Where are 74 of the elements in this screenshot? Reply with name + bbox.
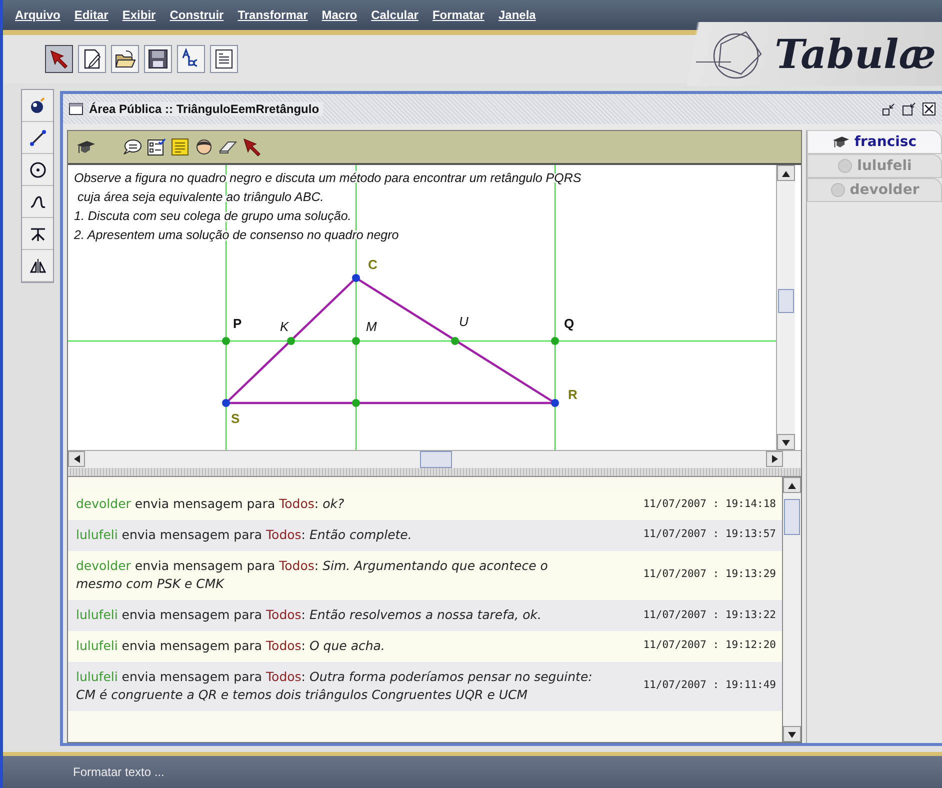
- chat-message: devolder envia mensagem para Todos: ok?: [76, 495, 346, 513]
- menu-item[interactable]: Editar: [74, 8, 108, 22]
- list-document-button[interactable]: [210, 45, 238, 73]
- avatar-icon: [830, 182, 846, 198]
- segment-icon: [28, 128, 46, 146]
- point-label: K: [280, 319, 289, 334]
- point-label: C: [368, 257, 378, 272]
- avatar-icon: [837, 158, 854, 174]
- maximize-icon[interactable]: [902, 102, 916, 116]
- point-label: P: [233, 316, 242, 331]
- scroll-thumb[interactable]: [778, 289, 794, 313]
- list-document-icon: [213, 48, 235, 70]
- face-icon[interactable]: [194, 138, 214, 156]
- chat-message: lulufeli envia mensagem para Todos: O que acha.: [76, 636, 386, 655]
- mortarboard-icon: [832, 134, 850, 150]
- pointer-arrow-icon[interactable]: [242, 138, 262, 156]
- spelling-button[interactable]: [177, 45, 205, 73]
- message-time: 11/07/2007 : 19:13:22: [642, 608, 776, 622]
- logo: Tabulæ: [774, 30, 936, 78]
- minimize-icon[interactable]: [882, 102, 896, 116]
- new-document-button[interactable]: [78, 45, 106, 73]
- scroll-thumb[interactable]: [420, 451, 452, 468]
- save-button[interactable]: [144, 45, 172, 73]
- chat-message: devolder envia mensagem para Todos: Sim. Argumentando que acontece o mesmo com PSK e CMK: [76, 556, 549, 594]
- vertical-scrollbar[interactable]: [776, 165, 795, 450]
- menu-item[interactable]: Arquivo: [15, 8, 60, 22]
- mortarboard-icon[interactable]: [76, 138, 96, 156]
- select-tool-button[interactable]: [45, 45, 73, 73]
- chat-message: lulufeli envia mensagem para Todos: Outra forma poderíamos pensar no seguinte: CM é congruente a QR e temos dois triângulos Congruentes UQR e UCM: [76, 668, 594, 704]
- folder-icon: [114, 48, 136, 70]
- instruction-text: cuja área seja equivalente ao triângulo ABC.: [77, 190, 324, 204]
- down-arrow-icon[interactable]: [782, 440, 790, 446]
- circle-icon: [28, 160, 46, 178]
- menu-item[interactable]: Macro: [322, 8, 358, 22]
- menu-item[interactable]: Calcular: [371, 8, 418, 22]
- point-label: Q: [564, 316, 574, 331]
- user-tab[interactable]: francisc: [807, 130, 942, 154]
- vertical-scrollbar[interactable]: [782, 477, 801, 742]
- menu-item[interactable]: Formatar: [432, 8, 484, 22]
- down-arrow-icon[interactable]: [788, 732, 796, 738]
- menu-item[interactable]: Exibir: [122, 8, 156, 22]
- horizontal-scrollbar[interactable]: [68, 450, 801, 468]
- point-label: M: [366, 319, 377, 334]
- point-label: R: [568, 387, 578, 402]
- speech-bubble-icon[interactable]: [122, 138, 142, 156]
- scroll-thumb[interactable]: [784, 499, 800, 535]
- message-time: 11/07/2007 : 19:13:57: [642, 527, 776, 542]
- window-icon: [69, 103, 83, 115]
- window-title: Área Pública :: TriânguloEemRretângulo: [89, 102, 324, 116]
- menu-item[interactable]: Janela: [498, 8, 536, 22]
- message-time: 11/07/2007 : 19:13:29: [642, 567, 776, 582]
- message-time: 11/07/2007 : 19:12:20: [642, 638, 776, 654]
- arrow-cursor-icon: [48, 48, 70, 70]
- message-time: 11/07/2007 : 19:11:49: [642, 678, 776, 694]
- left-arrow-icon[interactable]: [74, 455, 80, 463]
- status-text: Formatar texto ...: [73, 765, 164, 779]
- menu-item[interactable]: Construir: [170, 8, 224, 22]
- up-arrow-icon[interactable]: [788, 483, 796, 489]
- checklist-icon[interactable]: [146, 138, 166, 156]
- chat-message: lulufeli envia mensagem para Todos: Então resolvemos a nossa tarefa, ok.: [76, 606, 542, 624]
- chat-message: lulufeli envia mensagem para Todos: Então complete.: [76, 526, 413, 544]
- save-icon: [147, 48, 169, 70]
- close-icon[interactable]: [922, 102, 936, 116]
- point-label: U: [459, 314, 468, 329]
- point-icon: [28, 96, 46, 114]
- point: [352, 399, 360, 407]
- point-label: S: [231, 411, 240, 426]
- up-arrow-icon[interactable]: [782, 171, 790, 177]
- menu-item[interactable]: Transformar: [238, 8, 308, 22]
- note-icon[interactable]: [170, 138, 190, 156]
- open-folder-button[interactable]: [111, 45, 139, 73]
- right-arrow-icon[interactable]: [772, 455, 778, 463]
- message-time: 11/07/2007 : 19:14:18: [642, 496, 776, 512]
- reflection-icon: [28, 256, 46, 274]
